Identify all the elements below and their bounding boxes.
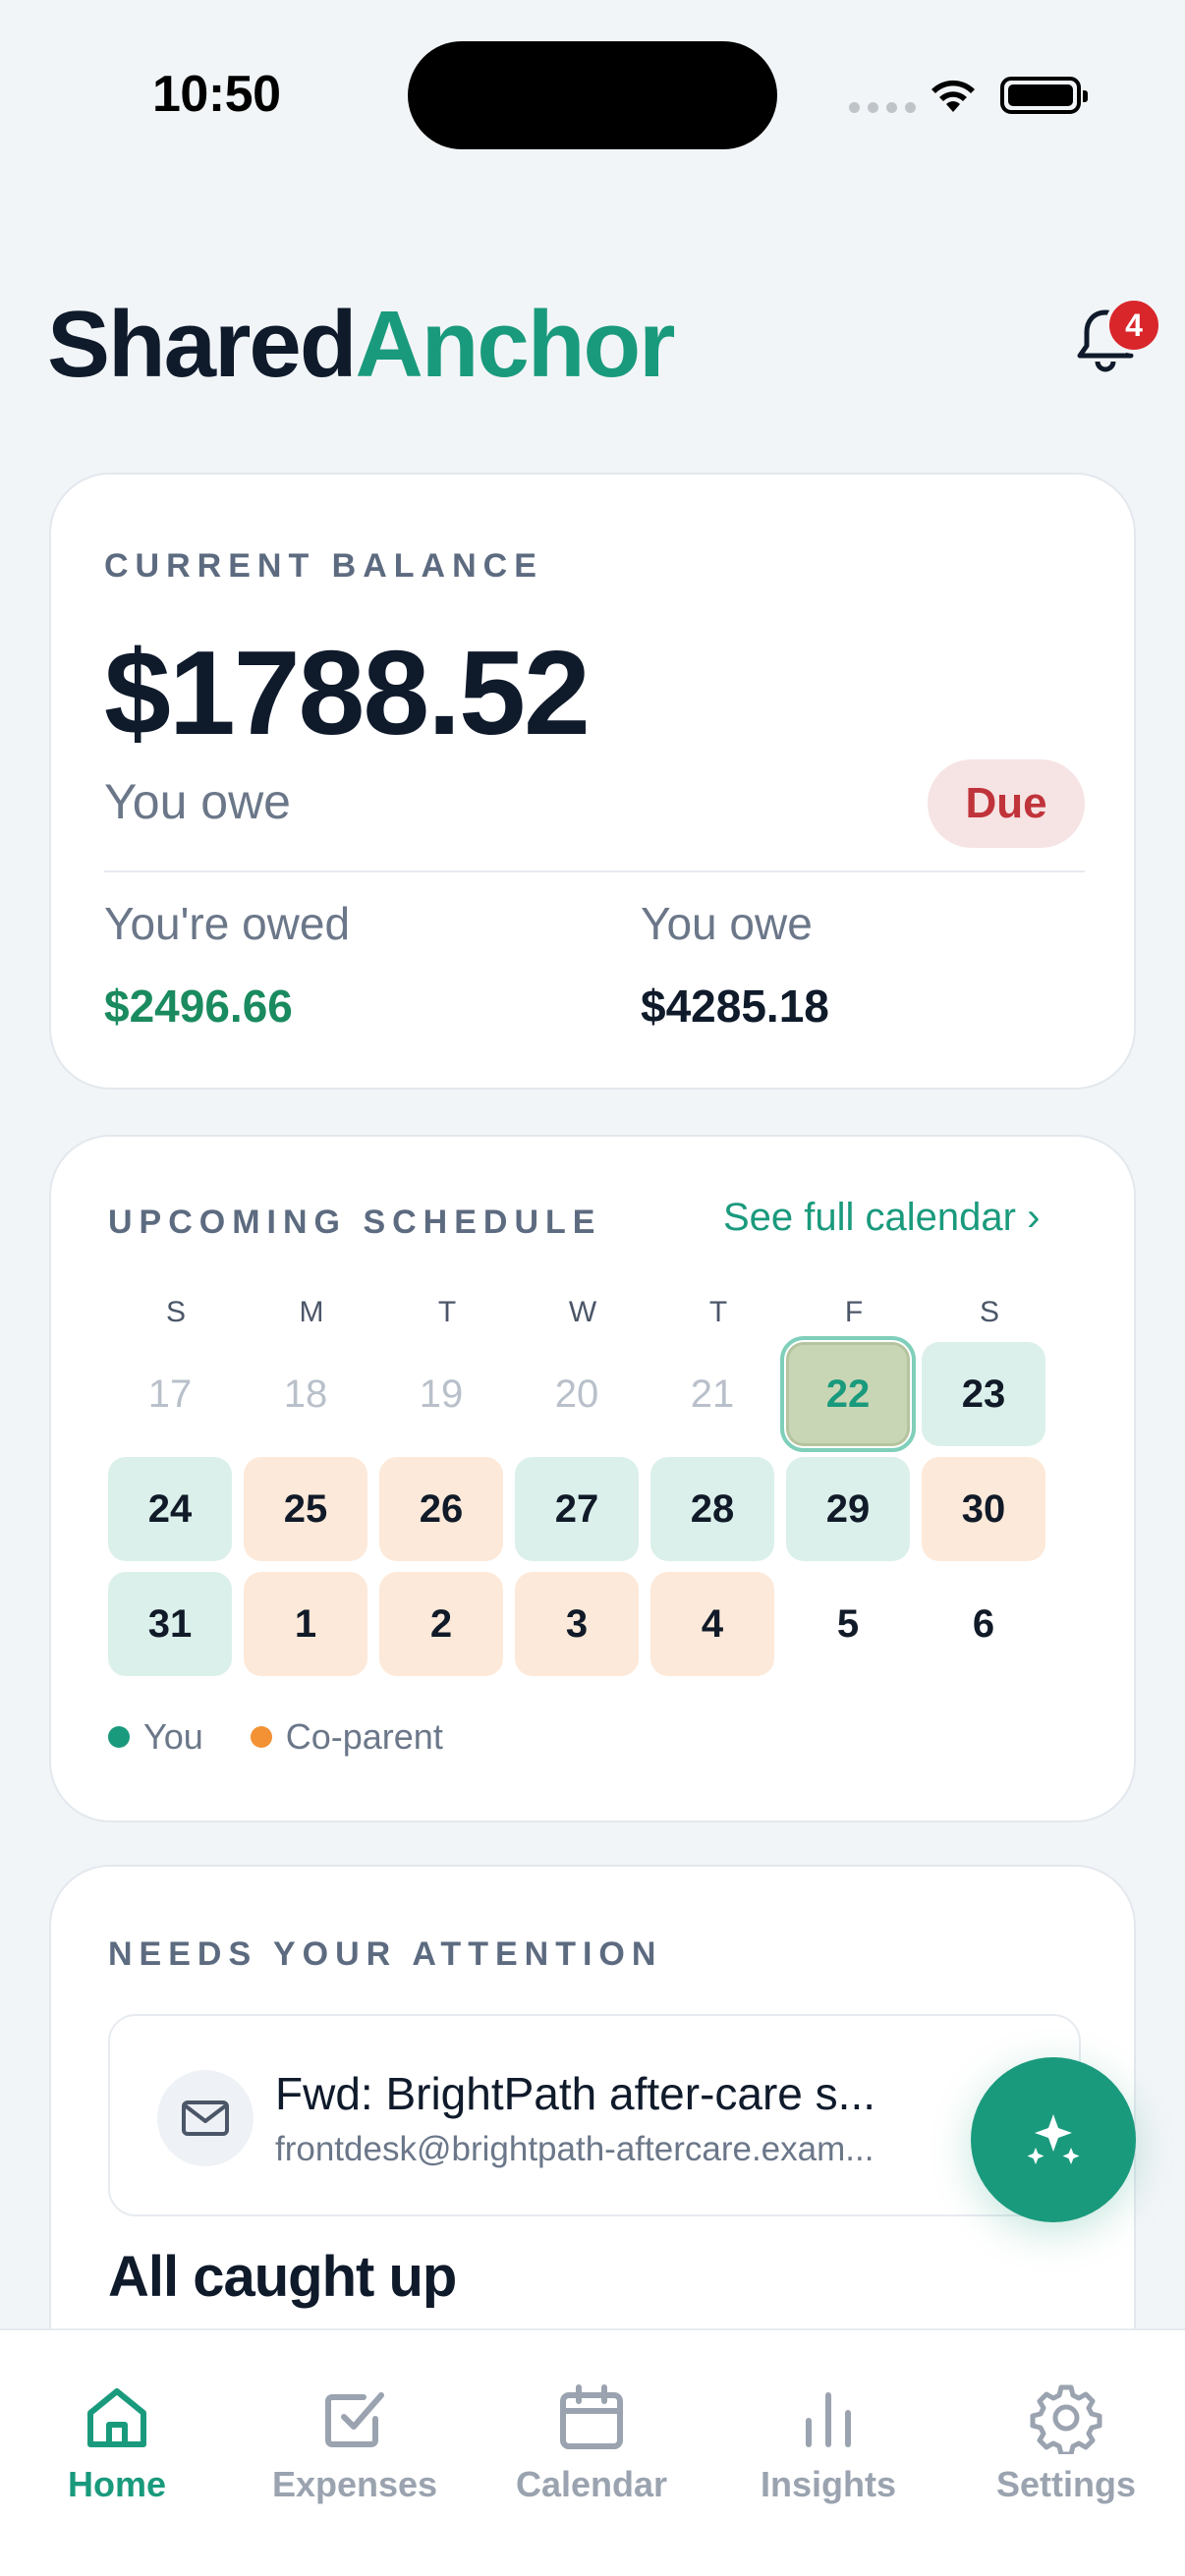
status-bar: 10:50: [0, 0, 1185, 187]
weekday-label: T: [437, 1296, 457, 1328]
weekday-label: F: [844, 1296, 864, 1328]
balance-amount: $1788.52: [104, 626, 591, 759]
owed-to-you-label: You're owed: [104, 898, 351, 949]
balance-eyebrow: CURRENT BALANCE: [104, 547, 543, 585]
divider: [104, 870, 1085, 872]
balance-status-text: You owe: [104, 774, 291, 829]
calendar-day[interactable]: 5: [786, 1572, 910, 1676]
app-logo: SharedAnchor: [47, 292, 675, 397]
tab-insights[interactable]: Insights: [720, 2381, 936, 2505]
dynamic-island: [408, 41, 777, 149]
all-caught-up-text: All caught up: [108, 2245, 457, 2309]
attention-eyebrow: NEEDS YOUR ATTENTION: [108, 1935, 663, 1973]
calendar-day[interactable]: 30: [922, 1457, 1045, 1561]
calendar-day[interactable]: 28: [650, 1457, 774, 1561]
attention-item-sender: frontdesk@brightpath-aftercare.exam...: [275, 2130, 875, 2168]
tab-label: Home: [67, 2464, 167, 2504]
mail-icon: [157, 2070, 254, 2166]
you-owe-value: $4285.18: [641, 980, 829, 1032]
calendar-day[interactable]: 2: [379, 1572, 503, 1676]
sparkles-icon: [1027, 2114, 1080, 2164]
tab-home[interactable]: Home: [9, 2381, 225, 2505]
balance-card: CURRENT BALANCE $1788.52 You owe Due You…: [49, 473, 1136, 1090]
due-badge: Due: [928, 759, 1085, 848]
home-icon: [87, 2388, 146, 2447]
calendar-day[interactable]: 17: [108, 1342, 232, 1446]
checkbox-icon: [325, 2392, 384, 2447]
tab-expenses[interactable]: Expenses: [247, 2381, 463, 2505]
owed-to-you-value: $2496.66: [104, 980, 293, 1032]
calendar-day[interactable]: 25: [244, 1457, 367, 1561]
weekday-label: S: [979, 1296, 999, 1328]
calendar-day[interactable]: 18: [244, 1342, 367, 1446]
calendar-day-today[interactable]: 22: [780, 1336, 916, 1452]
tab-bar: Home Expenses Calendar Insights Settings: [0, 2328, 1185, 2576]
calendar-day[interactable]: 24: [108, 1457, 232, 1561]
calendar-day[interactable]: 4: [650, 1572, 774, 1676]
weekday-label: M: [299, 1296, 324, 1328]
attention-item-title: Fwd: BrightPath after-care s...: [275, 2068, 876, 2119]
schedule-card: UPCOMING SCHEDULE See full calendar › S …: [49, 1135, 1136, 1822]
coparent-legend-dot: [250, 1726, 272, 1748]
calendar-day[interactable]: 23: [922, 1342, 1045, 1446]
calendar-day[interactable]: 19: [379, 1342, 503, 1446]
notification-badge: 4: [1105, 297, 1162, 354]
you-legend-dot: [108, 1726, 130, 1748]
calendar-day[interactable]: 20: [515, 1342, 639, 1446]
bar-chart-icon: [806, 2392, 851, 2447]
ai-assistant-button[interactable]: [971, 2057, 1136, 2222]
gear-icon: [1030, 2384, 1102, 2454]
calendar-grid: 17 18 19 20 21 22 23 24 25 26 27 28 29 30 31 1 2 3 4 5 6: [108, 1336, 1045, 1676]
calendar-day[interactable]: 29: [786, 1457, 910, 1561]
tab-label: Calendar: [515, 2464, 668, 2504]
calendar-day[interactable]: 1: [244, 1572, 367, 1676]
status-time: 10:50: [152, 66, 281, 123]
weekday-label: S: [165, 1296, 186, 1328]
calendar-day[interactable]: 31: [108, 1572, 232, 1676]
calendar-day[interactable]: 6: [922, 1572, 1045, 1676]
calendar-legend: You Co-parent: [108, 1716, 443, 1758]
legend-you-label: You: [143, 1716, 203, 1757]
calendar-icon: [560, 2384, 623, 2449]
legend-coparent-label: Co-parent: [285, 1716, 443, 1757]
wifi-icon: [931, 80, 975, 112]
see-full-calendar-link[interactable]: See full calendar ›: [723, 1196, 1040, 1240]
weekday-label: W: [568, 1296, 597, 1328]
calendar-day[interactable]: 3: [515, 1572, 639, 1676]
calendar-day[interactable]: 26: [379, 1457, 503, 1561]
tab-label: Insights: [760, 2464, 896, 2504]
battery-icon: [1000, 77, 1088, 114]
weekday-label: T: [708, 1296, 728, 1328]
tab-label: Settings: [995, 2464, 1136, 2504]
tab-settings[interactable]: Settings: [958, 2381, 1174, 2505]
calendar-day[interactable]: 21: [650, 1342, 774, 1446]
tab-calendar[interactable]: Calendar: [483, 2381, 700, 2505]
schedule-eyebrow: UPCOMING SCHEDULE: [108, 1204, 602, 1241]
tab-label: Expenses: [271, 2464, 438, 2504]
you-owe-label: You owe: [641, 898, 813, 949]
cellular-signal-icon: [849, 102, 916, 113]
calendar-day[interactable]: 27: [515, 1457, 639, 1561]
weekday-header: S M T W T F S: [108, 1296, 1057, 1329]
attention-item[interactable]: Fwd: BrightPath after-care s... frontdes…: [108, 2014, 1081, 2216]
